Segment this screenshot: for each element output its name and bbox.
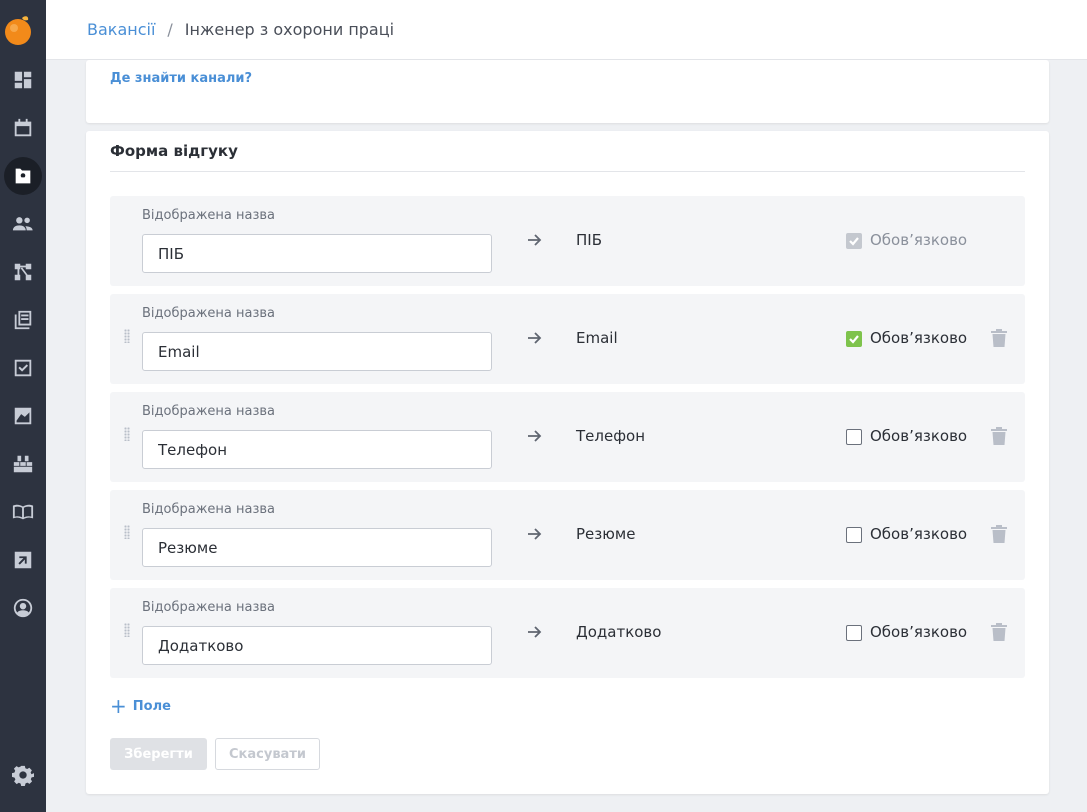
required-checkbox[interactable] (846, 429, 862, 445)
arrow-right-icon (526, 232, 542, 248)
display-name-label: Відображена назва (142, 208, 276, 223)
add-field-button[interactable]: + Поле (110, 696, 171, 716)
trash-icon[interactable] (991, 427, 1007, 445)
required-label[interactable]: Обов’язково (870, 427, 967, 445)
book-icon (12, 504, 34, 520)
breadcrumb-vacancies-link[interactable]: Вакансії (87, 20, 155, 39)
sidebar-item-calendar[interactable] (0, 108, 46, 148)
plus-icon: + (110, 694, 127, 718)
sidebar-item-external[interactable] (0, 540, 46, 580)
drag-handle-icon[interactable] (124, 525, 130, 539)
drag-handle-icon[interactable] (124, 427, 130, 441)
display-name-input[interactable] (142, 626, 492, 665)
form-field-row: Відображена назва ПІБ Обов’язково (110, 196, 1025, 286)
people-icon (12, 217, 33, 231)
app-logo[interactable] (4, 14, 34, 46)
mapped-field-name: Додатково (576, 623, 662, 641)
dashboard-icon (14, 71, 32, 89)
divider (110, 171, 1025, 172)
drag-handle-icon[interactable] (124, 623, 130, 637)
display-name-input[interactable] (142, 332, 492, 371)
sidebar-item-analytics[interactable] (0, 396, 46, 436)
tasks-icon (14, 359, 32, 377)
calendar-icon (14, 118, 32, 137)
form-field-row: Відображена назва Email Обов’язково (110, 294, 1025, 384)
external-link-icon (14, 551, 32, 569)
drag-handle-icon[interactable] (124, 329, 130, 343)
find-channels-link[interactable]: Де знайти канали? (110, 71, 252, 86)
display-name-label: Відображена назва (142, 502, 276, 517)
trash-icon[interactable] (991, 525, 1007, 543)
response-form-card: Форма відгуку Відображена назва ПІБ Обов… (86, 131, 1049, 794)
breadcrumb-current: Інженер з охорони праці (184, 20, 395, 39)
save-button[interactable]: Зберегти (110, 738, 207, 770)
profile-icon (13, 598, 33, 618)
channels-card: Де знайти канали? (86, 60, 1049, 123)
display-name-input[interactable] (142, 528, 492, 567)
display-name-input[interactable] (142, 430, 492, 469)
arrow-right-icon (526, 428, 542, 444)
sidebar-item-library[interactable] (0, 300, 46, 340)
gear-icon (12, 765, 34, 786)
form-field-row: Відображена назва Резюме Обов’язково (110, 490, 1025, 580)
display-name-label: Відображена назва (142, 306, 276, 321)
sidebar-item-tasks[interactable] (0, 348, 46, 388)
sidebar-item-profile[interactable] (0, 588, 46, 628)
sidebar-item-vacancies[interactable] (0, 156, 46, 196)
form-title: Форма відгуку (110, 142, 238, 160)
required-checkbox[interactable] (846, 527, 862, 543)
required-checkbox (846, 233, 862, 249)
pipeline-icon (14, 263, 32, 281)
vacancies-icon (15, 168, 31, 184)
breadcrumb: Вакансії / Інженер з охорони праці (46, 0, 1087, 60)
sidebar (0, 0, 46, 812)
integrations-icon (13, 455, 33, 473)
required-checkbox[interactable] (846, 625, 862, 641)
form-field-row: Відображена назва Додатково Обов’язково (110, 588, 1025, 678)
mapped-field-name: ПІБ (576, 231, 602, 249)
breadcrumb-separator: / (167, 20, 173, 39)
add-field-label: Поле (132, 698, 171, 714)
mapped-field-name: Email (576, 329, 618, 347)
required-label: Обов’язково (870, 231, 968, 249)
sidebar-item-knowledge[interactable] (0, 492, 46, 532)
arrow-right-icon (526, 330, 542, 346)
trash-icon[interactable] (991, 623, 1007, 641)
mapped-field-name: Резюме (576, 525, 636, 543)
arrow-right-icon (526, 624, 542, 640)
cancel-button[interactable]: Скасувати (215, 738, 320, 770)
form-field-row: Відображена назва Телефон Обов’язково (110, 392, 1025, 482)
display-name-input[interactable] (142, 234, 492, 273)
sidebar-item-settings[interactable] (0, 755, 46, 795)
required-label[interactable]: Обов’язково (870, 525, 967, 543)
sidebar-item-people[interactable] (0, 204, 46, 244)
required-label[interactable]: Обов’язково (870, 329, 967, 347)
library-icon (14, 310, 32, 330)
display-name-label: Відображена назва (142, 404, 276, 419)
display-name-label: Відображена назва (142, 600, 276, 615)
trash-icon[interactable] (991, 329, 1007, 347)
analytics-icon (14, 407, 32, 425)
required-checkbox[interactable] (846, 331, 862, 347)
arrow-right-icon (526, 526, 542, 542)
sidebar-item-dashboard[interactable] (0, 60, 46, 100)
required-label[interactable]: Обов’язково (870, 623, 967, 641)
sidebar-item-integrations[interactable] (0, 444, 46, 484)
mapped-field-name: Телефон (576, 427, 646, 445)
sidebar-item-pipeline[interactable] (0, 252, 46, 292)
